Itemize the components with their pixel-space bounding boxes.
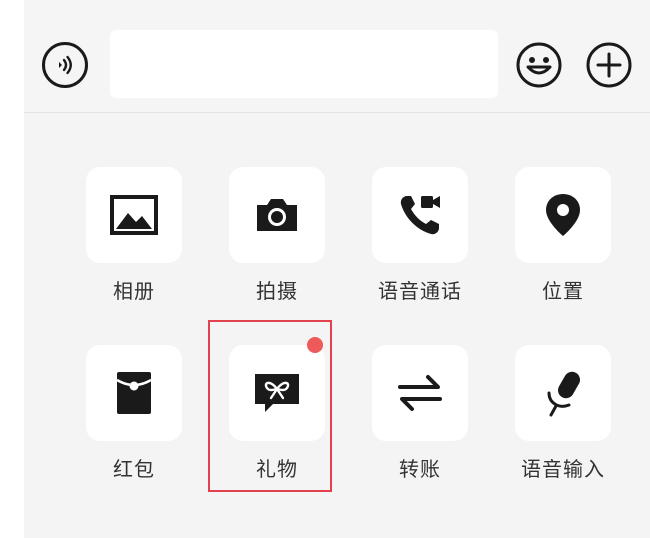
action-voice-input[interactable]: 语音输入 [503, 345, 623, 495]
gift-new-badge [307, 337, 323, 353]
action-label: 语音通话 [378, 279, 462, 303]
camera-icon [257, 199, 297, 231]
action-label: 相册 [113, 279, 155, 303]
red-envelope-icon [116, 372, 152, 414]
action-camera[interactable]: 拍摄 [217, 167, 337, 317]
action-voice-call-box[interactable] [372, 167, 468, 263]
action-transfer[interactable]: 转账 [360, 345, 480, 495]
action-red-envelope[interactable]: 红包 [74, 345, 194, 495]
action-label: 位置 [542, 279, 584, 303]
action-grid: 相册 拍摄 语音通话 位置 红包 礼物 转账 语音输入 [24, 112, 650, 538]
action-location[interactable]: 位置 [503, 167, 623, 317]
voice-icon [59, 55, 72, 75]
action-label: 语音输入 [521, 457, 605, 481]
chat-input-bar [24, 0, 650, 113]
action-transfer-box[interactable] [372, 345, 468, 441]
action-camera-box[interactable] [229, 167, 325, 263]
emoji-button[interactable] [514, 40, 564, 90]
microphone-icon [547, 371, 580, 417]
more-button[interactable] [584, 40, 634, 90]
action-label: 红包 [113, 457, 155, 481]
action-label: 拍摄 [256, 279, 298, 303]
action-album[interactable]: 相册 [74, 167, 194, 317]
voice-video-call-icon [400, 196, 440, 235]
action-label: 转账 [399, 457, 441, 481]
message-input[interactable] [110, 30, 498, 98]
location-pin-icon [546, 194, 580, 236]
voice-button[interactable] [42, 42, 88, 88]
emoji-icon [516, 42, 562, 88]
transfer-icon [398, 375, 442, 411]
plus-icon [586, 42, 632, 88]
chat-extension-panel: 相册 拍摄 语音通话 位置 红包 礼物 转账 语音输入 [24, 0, 650, 538]
photo-album-icon [110, 195, 158, 235]
action-voice-input-box[interactable] [515, 345, 611, 441]
action-location-box[interactable] [515, 167, 611, 263]
action-red-envelope-box[interactable] [86, 345, 182, 441]
action-voice-call[interactable]: 语音通话 [360, 167, 480, 317]
action-album-box[interactable] [86, 167, 182, 263]
